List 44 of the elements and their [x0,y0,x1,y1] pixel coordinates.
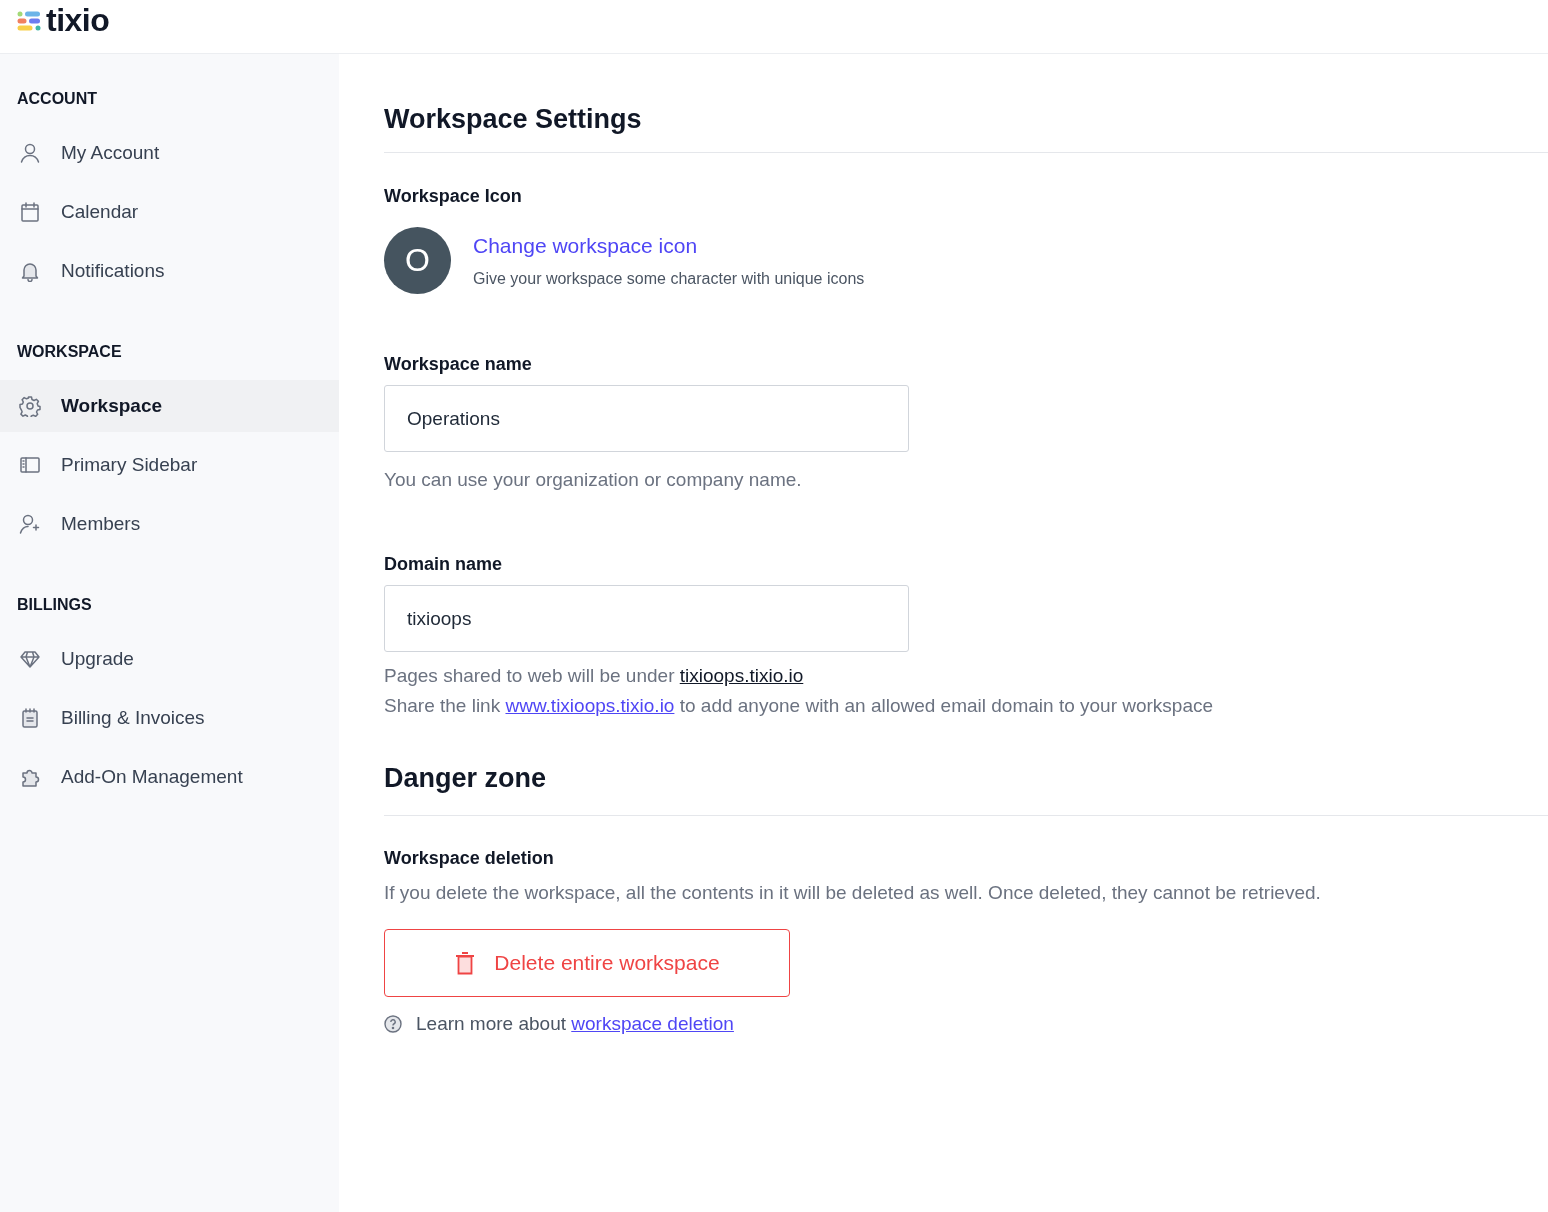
diamond-icon [19,648,41,670]
input-field[interactable]: Operations [384,385,909,452]
section-title: Danger zone [384,763,548,795]
trash-icon [454,951,477,975]
sidebar-item[interactable]: My Account [0,127,339,179]
delete-button[interactable]: Delete entire workspace [384,929,790,997]
domain-link[interactable]: tixioops.tixio.io [679,665,804,686]
change-icon-link[interactable]: Change workspace icon [473,233,698,257]
sidebar-item[interactable]: Add-On Management [0,751,339,803]
field-label: Domain name [384,554,504,575]
section-title: WORKSPACE [16,343,123,362]
sidebar-item[interactable]: Upgrade [0,633,339,685]
description-text: If you delete the workspace, all the contents in it will be deleted as well. Once deleted, they cannot be retrieved. [384,882,1322,904]
help-text: You can use your organization or company name. [384,469,803,491]
domain-link[interactable]: www.tixioops.tixio.io [505,695,675,716]
sidebar-item[interactable]: Billing & Invoices [0,692,339,744]
sidebar-item[interactable]: Workspace [0,380,339,432]
learn-more-link[interactable]: workspace deletion [571,1013,734,1034]
page-title: Workspace Settings [384,104,643,136]
sidebar-item[interactable]: Primary Sidebar [0,439,339,491]
sidebar-item[interactable]: Notifications [0,245,339,297]
section-label: Workspace Icon [384,186,523,207]
field-label: Workspace name [384,354,533,375]
logo-icon [17,10,41,31]
logo-text: tixio [46,2,110,39]
section-label: Workspace deletion [384,848,555,869]
clipboard-icon [19,707,41,729]
help-text: Learn more about workspace deletion [416,1013,734,1035]
bell-icon [19,260,41,282]
help-text: Share the link www.tixioops.tixio.io to add anyone with an allowed email domain to your workspace [384,695,1215,717]
gear-icon [19,395,41,417]
section-title: ACCOUNT [16,90,98,109]
sidebar-item[interactable]: Calendar [0,186,339,238]
section-title: BILLINGS [16,596,93,615]
help-text: Pages shared to web will be under tixioops.tixio.io [384,665,805,687]
calendar-icon [19,201,41,223]
sidebar-item[interactable]: Members [0,498,339,550]
input-field[interactable]: tixioops [384,585,909,652]
hint-text: Give your workspace some character with unique icons [473,269,865,288]
help-icon [384,1015,402,1033]
workspace-avatar[interactable]: O [384,227,451,294]
sidebar-icon [19,454,41,476]
user-icon [19,142,41,164]
user-plus-icon [19,513,41,535]
